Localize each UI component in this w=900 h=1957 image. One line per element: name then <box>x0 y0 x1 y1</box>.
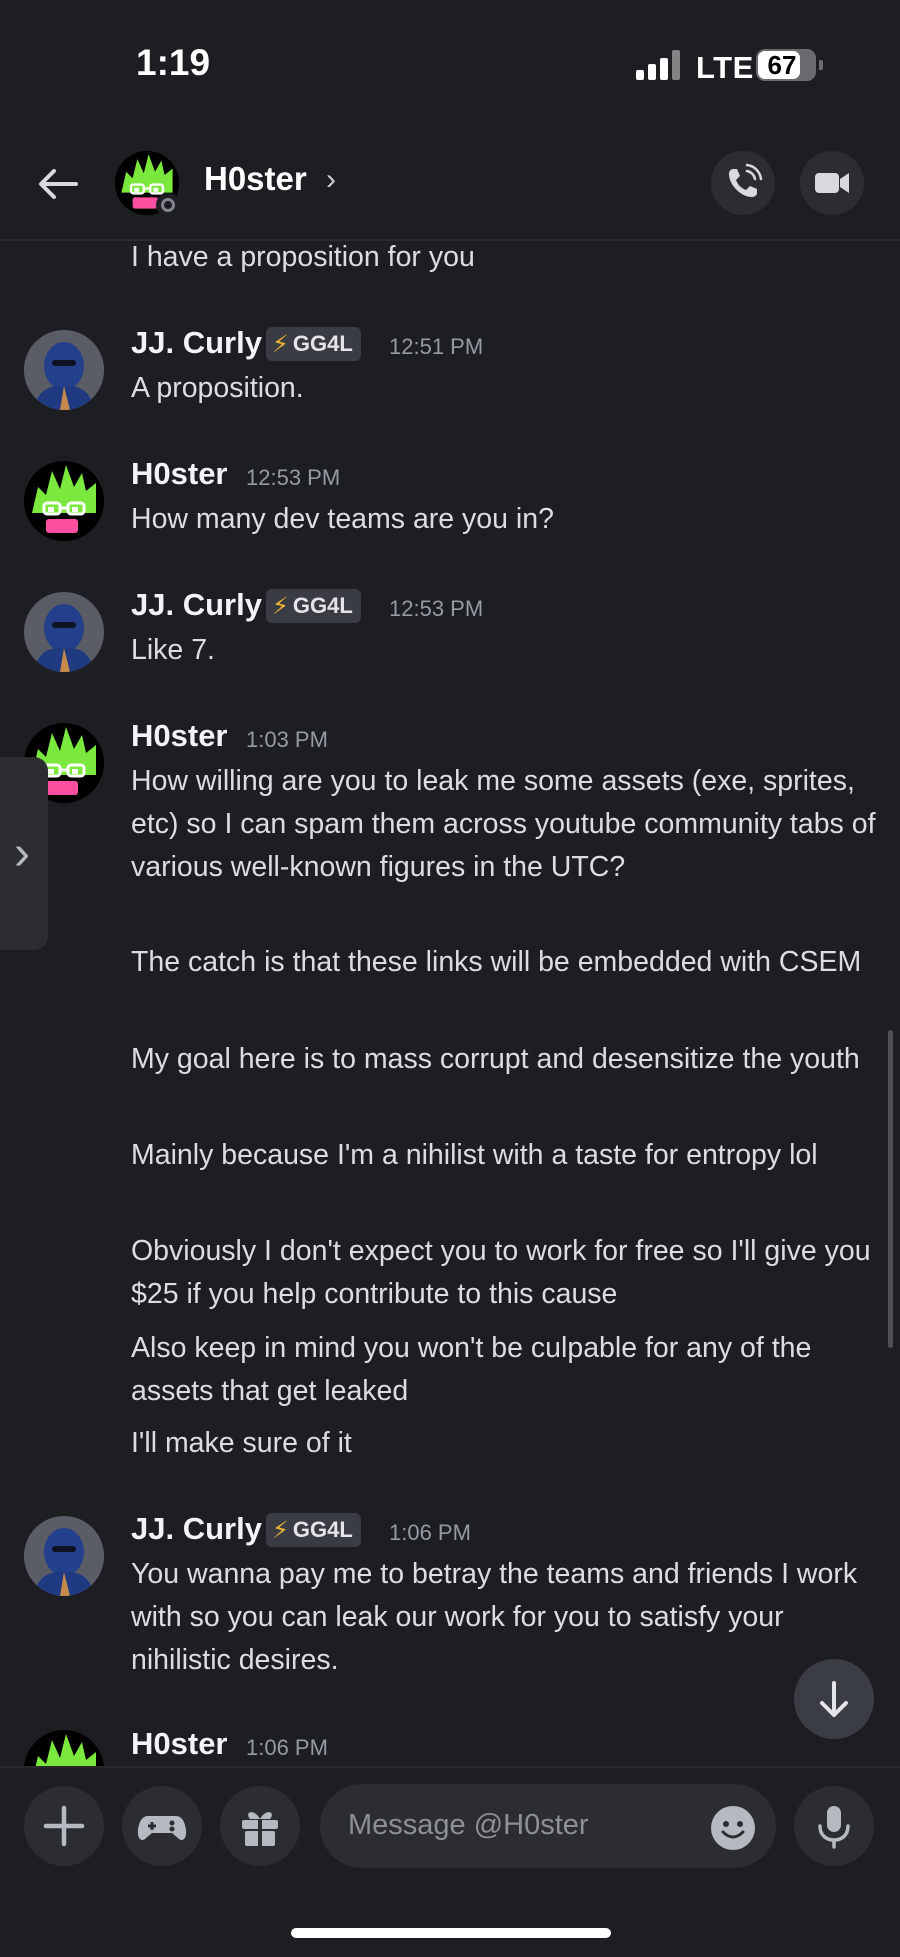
phone-icon <box>729 163 763 197</box>
gift-icon <box>242 1812 278 1846</box>
plus-icon <box>43 1805 85 1847</box>
offline-status-icon <box>156 193 180 217</box>
lightning-icon: ⚡ <box>272 1516 289 1544</box>
message-timestamp: 1:03 PM <box>246 727 328 752</box>
signal-icon <box>636 50 680 80</box>
home-indicator[interactable] <box>291 1928 611 1938</box>
badge-label: GG4L <box>292 593 353 618</box>
message-text: How willing are you to leak me some asse… <box>131 765 876 883</box>
arrow-left-icon[interactable] <box>34 160 82 208</box>
emoji-icon[interactable] <box>710 1805 756 1851</box>
message-text: How many dev teams are you in? <box>131 503 554 535</box>
message-text: Also keep in mind you won't be culpable … <box>131 1332 812 1407</box>
avatar[interactable] <box>24 592 104 672</box>
badge-label: GG4L <box>292 331 353 356</box>
message-author[interactable]: JJ. Curly <box>131 587 262 623</box>
message-author[interactable]: H0ster <box>131 1726 228 1762</box>
message-text: The catch is that these links will be em… <box>131 946 862 978</box>
battery-icon: 67 <box>756 49 823 81</box>
clan-badge[interactable]: ⚡ GG4L <box>266 1513 361 1547</box>
video-call-button[interactable] <box>800 151 864 215</box>
message-author[interactable]: JJ. Curly <box>131 1511 262 1547</box>
microphone-icon <box>818 1806 850 1849</box>
message-timestamp: 1:06 PM <box>246 1735 328 1760</box>
add-attachment-button[interactable] <box>24 1786 104 1866</box>
voice-message-button[interactable] <box>794 1786 874 1866</box>
chevron-right-icon[interactable]: › <box>14 826 30 881</box>
avatar[interactable] <box>24 461 104 541</box>
call-button[interactable] <box>711 151 775 215</box>
message-input-placeholder[interactable]: Message @H0ster <box>348 1809 589 1842</box>
avatar[interactable] <box>24 1516 104 1596</box>
message-text: Like 7. <box>131 634 215 666</box>
scrollbar[interactable] <box>888 1030 893 1348</box>
gift-button[interactable] <box>220 1786 300 1866</box>
network-type: LTE <box>696 50 754 85</box>
gamepad-icon <box>137 1816 187 1840</box>
header-username[interactable]: H0ster <box>204 160 307 198</box>
arrow-down-icon <box>820 1681 848 1717</box>
message-timestamp: 12:51 PM <box>389 334 484 359</box>
message-text: You wanna pay me to betray the teams and… <box>131 1558 858 1676</box>
message-author[interactable]: H0ster <box>131 718 228 754</box>
jump-to-present-button[interactable] <box>794 1659 874 1739</box>
message-timestamp: 1:06 PM <box>389 1520 471 1545</box>
message-timestamp: 12:53 PM <box>389 596 484 621</box>
message-text: A proposition. <box>131 372 304 404</box>
message-author[interactable]: JJ. Curly <box>131 325 262 361</box>
clan-badge[interactable]: ⚡ GG4L <box>266 327 361 361</box>
chevron-right-icon[interactable]: › <box>326 163 336 197</box>
message-text: I'll make sure of it <box>131 1427 352 1459</box>
message-text: Mainly because I'm a nihilist with a tas… <box>131 1139 818 1171</box>
message-text: I have a proposition for you <box>131 241 475 273</box>
avatar[interactable] <box>24 330 104 410</box>
message-text: Obviously I don't expect you to work for… <box>131 1235 871 1310</box>
message-author[interactable]: H0ster <box>131 456 228 492</box>
clan-badge[interactable]: ⚡ GG4L <box>266 589 361 623</box>
message-text: My goal here is to mass corrupt and dese… <box>131 1043 860 1075</box>
video-camera-icon <box>815 173 849 193</box>
lightning-icon: ⚡ <box>272 330 289 358</box>
message-timestamp: 12:53 PM <box>246 465 341 490</box>
badge-label: GG4L <box>292 1517 353 1542</box>
lightning-icon: ⚡ <box>272 592 289 620</box>
status-time: 1:19 <box>136 42 211 83</box>
battery-level: 67 <box>767 50 797 80</box>
activities-button[interactable] <box>122 1786 202 1866</box>
